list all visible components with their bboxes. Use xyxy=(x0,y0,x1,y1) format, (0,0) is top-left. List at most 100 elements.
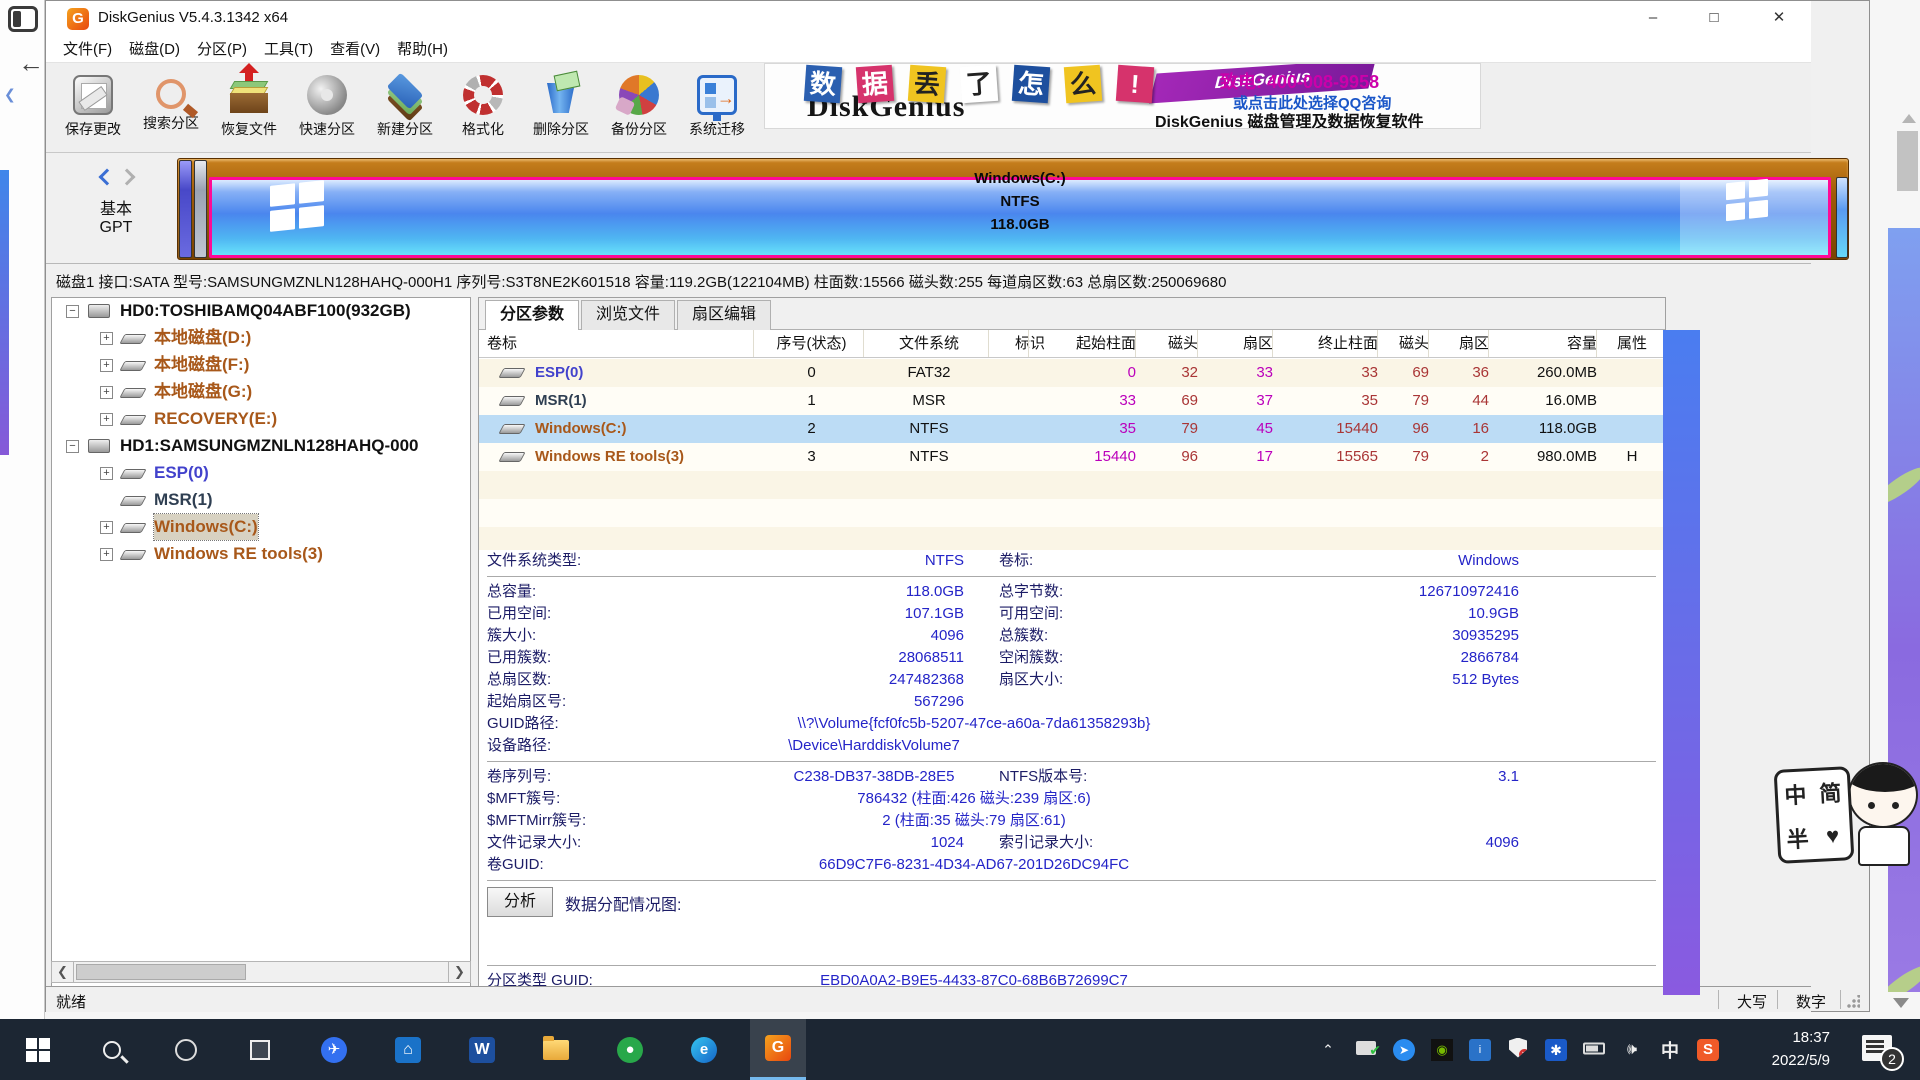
tab-浏览文件[interactable]: 浏览文件 xyxy=(581,300,675,330)
taskbar-diskgenius-button[interactable]: G xyxy=(750,1019,806,1080)
taskbar-store-button[interactable]: ⌂ xyxy=(380,1019,436,1080)
tree-item-Windows(C:)[interactable]: +Windows(C:) xyxy=(52,514,470,541)
scroll-up-arrow[interactable] xyxy=(1902,114,1916,123)
tree-horizontal-scrollbar[interactable]: ❮ ❯ xyxy=(51,961,471,983)
tree-item-本地磁盘(G:)[interactable]: +本地磁盘(G:) xyxy=(52,379,470,406)
tray-ime-zh-icon[interactable]: 中 xyxy=(1652,1037,1688,1063)
taskbar-search-button[interactable] xyxy=(84,1019,140,1080)
toolbar-button-备份分区[interactable]: 备份分区 xyxy=(600,67,678,151)
taskbar-feishu-button[interactable]: ✈ xyxy=(306,1019,362,1080)
next-disk-arrow-icon[interactable] xyxy=(119,169,136,186)
collapse-icon[interactable]: − xyxy=(66,305,79,318)
ime-float-widget[interactable]: 中 简 半 ♥ xyxy=(1774,766,1855,864)
scroll-right-arrow[interactable]: ❯ xyxy=(448,962,470,982)
scroll-left-arrow[interactable]: ❮ xyxy=(52,962,74,982)
toolbar-button-搜索分区[interactable]: 搜索分区 xyxy=(132,67,210,151)
tree-item-MSR(1)[interactable]: MSR(1) xyxy=(52,487,470,514)
toolbar-button-格式化[interactable]: 格式化 xyxy=(444,67,522,151)
taskbar-edge-button[interactable]: e xyxy=(676,1019,732,1080)
tree-item-本地磁盘(D:)[interactable]: +本地磁盘(D:) xyxy=(52,325,470,352)
partition-block-re-tools[interactable] xyxy=(1836,177,1848,258)
tree-item-本地磁盘(F:)[interactable]: +本地磁盘(F:) xyxy=(52,352,470,379)
details-row: $MFT簇号:786432 (柱面:426 磁头:239 扇区:6) xyxy=(479,788,1664,810)
column-header-10[interactable]: 容量 xyxy=(1494,330,1597,358)
taskbar-start-button[interactable] xyxy=(10,1019,66,1080)
toolbar-button-删除分区[interactable]: 删除分区 xyxy=(522,67,600,151)
expand-icon[interactable]: + xyxy=(100,359,113,372)
expand-icon[interactable]: + xyxy=(100,467,113,480)
expand-icon[interactable]: + xyxy=(100,548,113,561)
scroll-down-arrow[interactable] xyxy=(1893,998,1909,1008)
expand-icon[interactable]: + xyxy=(100,521,113,534)
toolbar-button-快速分区[interactable]: 快速分区 xyxy=(288,67,366,151)
column-header-9[interactable]: 扇区 xyxy=(1434,330,1489,358)
chevron-left-icon[interactable]: ❮ xyxy=(4,86,16,103)
analyze-button[interactable]: 分析 xyxy=(487,887,553,917)
column-header-11[interactable]: 属性 xyxy=(1602,330,1662,358)
detail-label: 扇区大小: xyxy=(999,669,1063,691)
minimize-button[interactable]: – xyxy=(1630,1,1676,35)
partition-block-esp[interactable] xyxy=(179,160,192,258)
resize-grip[interactable] xyxy=(1846,995,1860,1009)
tray-battery-icon[interactable] xyxy=(1576,1041,1612,1058)
tray-bird-app-icon[interactable]: ➤ xyxy=(1386,1039,1422,1061)
menu-item-4[interactable]: 查看(V) xyxy=(330,37,380,62)
tray-volume-icon[interactable]: 🕪 xyxy=(1614,1041,1650,1059)
tab-扇区编辑[interactable]: 扇区编辑 xyxy=(677,300,771,330)
tree-item-Windows RE tools(3)[interactable]: +Windows RE tools(3) xyxy=(52,541,470,568)
taskbar-explorer-button[interactable] xyxy=(528,1019,584,1080)
column-header-6[interactable]: 扇区 xyxy=(1203,330,1273,358)
tray-defender-icon[interactable]: ✕ xyxy=(1500,1038,1536,1062)
taskbar-clock[interactable]: 18:37 2022/5/9 xyxy=(1735,1026,1830,1072)
taskbar-cortana-button[interactable] xyxy=(158,1019,214,1080)
tree-item-HD0:TOSHIBAMQ04ABF100(932GB)[interactable]: −HD0:TOSHIBAMQ04ABF100(932GB) xyxy=(52,298,470,325)
tray-intel-graphics-icon[interactable]: i xyxy=(1462,1039,1498,1061)
column-header-7[interactable]: 终止柱面 xyxy=(1278,330,1378,358)
scrollbar-thumb[interactable] xyxy=(1897,131,1918,191)
toolbar-button-新建分区[interactable]: 新建分区 xyxy=(366,67,444,151)
tray-sogou-icon[interactable]: S xyxy=(1690,1039,1726,1061)
menu-item-1[interactable]: 磁盘(D) xyxy=(129,37,180,62)
back-arrow-icon[interactable]: ← xyxy=(18,48,44,79)
menu-item-0[interactable]: 文件(F) xyxy=(63,37,112,62)
menu-item-3[interactable]: 工具(T) xyxy=(264,37,313,62)
column-header-4[interactable]: 起始柱面 xyxy=(1034,330,1136,358)
toolbar-button-保存更改[interactable]: 保存更改 xyxy=(54,67,132,151)
expand-icon[interactable]: + xyxy=(100,386,113,399)
tab-分区参数[interactable]: 分区参数 xyxy=(485,300,579,331)
menu-item-2[interactable]: 分区(P) xyxy=(197,37,247,62)
column-header-0[interactable]: 卷标 xyxy=(487,330,757,358)
collapse-icon[interactable]: − xyxy=(66,440,79,453)
tab-icon[interactable] xyxy=(8,6,38,32)
taskbar-green-app-button[interactable]: ● xyxy=(602,1019,658,1080)
maximize-button[interactable]: □ xyxy=(1691,1,1737,35)
close-button[interactable]: ✕ xyxy=(1756,1,1802,35)
taskbar-task-view-button[interactable] xyxy=(232,1019,288,1080)
toolbar-button-系统迁移[interactable]: →系统迁移 xyxy=(678,67,756,151)
table-row-MSR(1)[interactable]: MSR(1)1MSR33693735794416.0MB xyxy=(479,387,1664,415)
tray-printer-icon[interactable]: ✔ xyxy=(1348,1041,1384,1059)
tray-snowflake-icon[interactable]: ✱ xyxy=(1538,1039,1574,1061)
tree-item-RECOVERY(E:)[interactable]: +RECOVERY(E:) xyxy=(52,406,470,433)
expand-icon[interactable]: + xyxy=(100,413,113,426)
expand-icon[interactable]: + xyxy=(100,332,113,345)
column-header-8[interactable]: 磁头 xyxy=(1383,330,1429,358)
table-row-ESP(0)[interactable]: ESP(0)0FAT3203233336936260.0MB xyxy=(479,359,1664,387)
tray-tray-expand-icon[interactable]: ⌃ xyxy=(1310,1041,1346,1058)
scrollbar-thumb[interactable] xyxy=(76,964,246,980)
tray-nvidia-icon[interactable]: ◉ xyxy=(1424,1039,1460,1061)
tree-item-ESP(0)[interactable]: +ESP(0) xyxy=(52,460,470,487)
column-header-2[interactable]: 文件系统 xyxy=(869,330,989,358)
menu-item-5[interactable]: 帮助(H) xyxy=(397,37,448,62)
table-row-Windows(C:)[interactable]: Windows(C:)2NTFS357945154409616118.0GB xyxy=(479,415,1664,443)
prev-disk-arrow-icon[interactable] xyxy=(99,169,116,186)
taskbar-word-button[interactable]: W xyxy=(454,1019,510,1080)
column-header-1[interactable]: 序号(状态) xyxy=(759,330,864,358)
table-row-Windows RE tools(3)[interactable]: Windows RE tools(3)3NTFS1544096171556579… xyxy=(479,443,1664,471)
ad-banner[interactable]: DiskGenius DiskGenius 致电: 400-008-9958 或… xyxy=(764,63,1481,129)
partition-block-msr[interactable] xyxy=(194,160,207,258)
toolbar-button-恢复文件[interactable]: 恢复文件 xyxy=(210,67,288,151)
tree-item-HD1:SAMSUNGMZNLN128HAHQ-000[interactable]: −HD1:SAMSUNGMZNLN128HAHQ-000 xyxy=(52,433,470,460)
column-header-5[interactable]: 磁头 xyxy=(1141,330,1198,358)
cell: 16 xyxy=(1434,415,1489,443)
